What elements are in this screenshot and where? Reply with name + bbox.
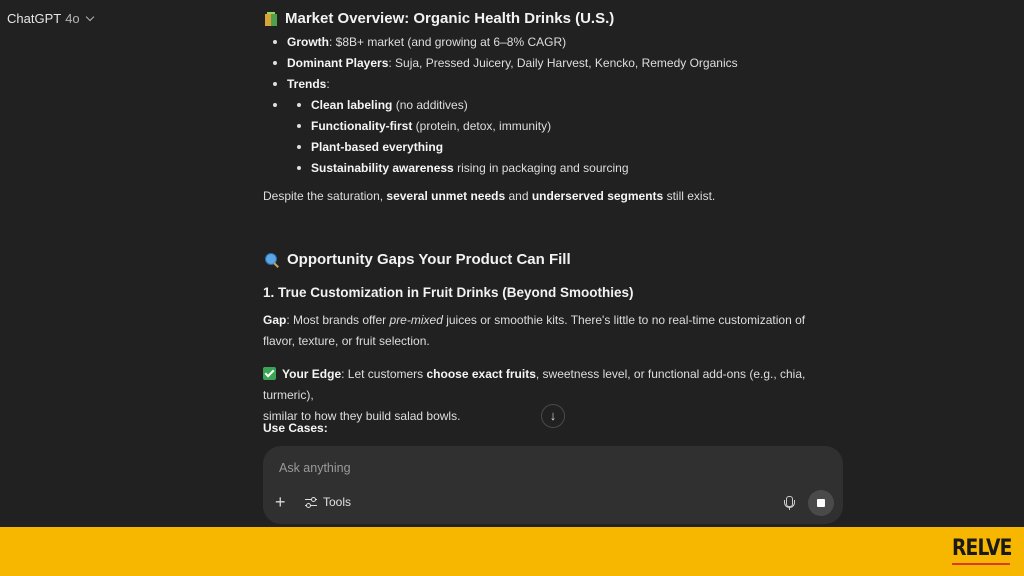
magnifying-glass-icon	[265, 252, 279, 268]
list-item: Trends:	[263, 74, 738, 95]
subsection-heading: 1. True Customization in Fruit Drinks (B…	[263, 285, 634, 300]
tools-button[interactable]: Tools	[305, 495, 351, 509]
relve-logo: RELVE	[952, 536, 1012, 561]
microphone-button[interactable]	[783, 496, 795, 512]
logo-underline	[952, 563, 1010, 565]
add-attachment-button[interactable]: +	[275, 492, 286, 512]
list-item: Growth: $8B+ market (and growing at 6–8%…	[263, 32, 738, 53]
chevron-down-icon	[85, 12, 94, 22]
plus-icon: +	[275, 492, 286, 512]
market-summary: Despite the saturation, several unmet ne…	[263, 189, 716, 203]
tools-label: Tools	[323, 495, 352, 509]
stop-generating-button[interactable]	[808, 490, 834, 516]
model-name: ChatGPT	[7, 11, 62, 26]
scroll-to-bottom-button[interactable]: ↓	[541, 404, 565, 428]
juice-box-icon	[265, 11, 277, 26]
arrow-down-icon: ↓	[549, 408, 557, 423]
list-item: Functionality-first (protein, detox, imm…	[263, 116, 738, 137]
brand-banner	[0, 527, 1024, 576]
list-item: Clean labeling (no additives)	[263, 95, 738, 116]
list-item: Dominant Players: Suja, Pressed Juicery,…	[263, 53, 738, 74]
message-input[interactable]	[277, 457, 821, 479]
message-composer: + Tools	[263, 446, 843, 524]
section-heading-opportunity-gaps: Opportunity Gaps Your Product Can Fill	[265, 251, 571, 268]
model-version: 4o	[65, 11, 80, 26]
chat-response: Market Overview: Organic Health Drinks (…	[263, 0, 853, 445]
list-item: Sustainability awareness rising in packa…	[263, 158, 738, 179]
list-item: Plant-based everything	[263, 137, 738, 158]
sliders-icon	[305, 496, 317, 508]
gap-paragraph: Gap: Most brands offer pre-mixed juices …	[263, 313, 806, 348]
trends-sublist-container: Clean labeling (no additives) Functional…	[263, 95, 738, 179]
market-overview-list: Growth: $8B+ market (and growing at 6–8%…	[263, 32, 738, 179]
section-heading-market-overview: Market Overview: Organic Health Drinks (…	[265, 10, 614, 27]
model-switcher[interactable]: ChatGPT 4o	[7, 11, 94, 26]
check-mark-icon	[263, 367, 276, 380]
trends-list: Clean labeling (no additives) Functional…	[263, 95, 738, 179]
